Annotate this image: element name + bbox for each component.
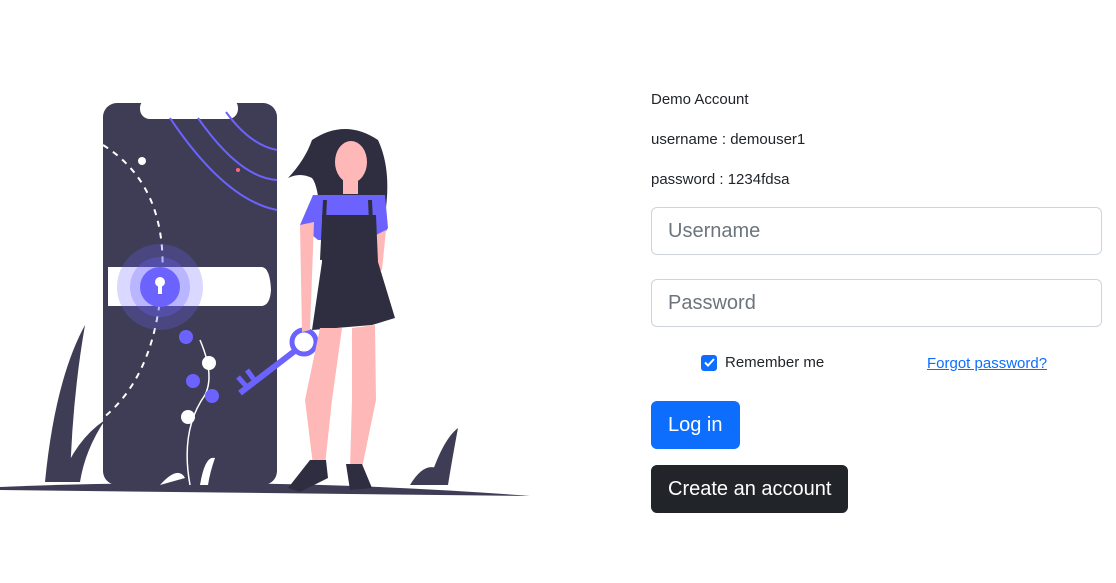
plant-leaf	[428, 428, 458, 485]
flower-dot	[181, 410, 195, 424]
login-button[interactable]: Log in	[651, 401, 740, 449]
remember-me-checkbox[interactable]	[701, 354, 717, 371]
star-dot	[236, 168, 240, 172]
forgot-password-link[interactable]: Forgot password?	[927, 355, 1047, 372]
lock-and-key-illustration	[0, 98, 530, 496]
keyhole-shape	[158, 283, 162, 294]
demo-account-heading: Demo Account	[651, 91, 749, 108]
flower-dot	[179, 330, 193, 344]
remember-me-row: Remember me	[701, 354, 824, 371]
phone-notch	[140, 98, 238, 119]
password-input[interactable]	[651, 279, 1102, 327]
flower-dot	[205, 389, 219, 403]
woman-figure	[288, 129, 395, 492]
ground-shape	[0, 483, 530, 496]
star-dot	[138, 157, 146, 165]
create-account-button[interactable]: Create an account	[651, 465, 849, 513]
flower-dot	[202, 356, 216, 370]
login-form-panel: Demo Account username : demouser1 passwo…	[651, 0, 1102, 578]
flower-dot	[186, 374, 200, 388]
username-input[interactable]	[651, 207, 1102, 255]
demo-username-info: username : demouser1	[651, 131, 806, 148]
demo-password-info: password : 1234fdsa	[651, 171, 790, 188]
login-illustration	[0, 0, 560, 578]
checkmark-icon	[703, 358, 715, 367]
remember-me-label[interactable]: Remember me	[725, 354, 824, 371]
